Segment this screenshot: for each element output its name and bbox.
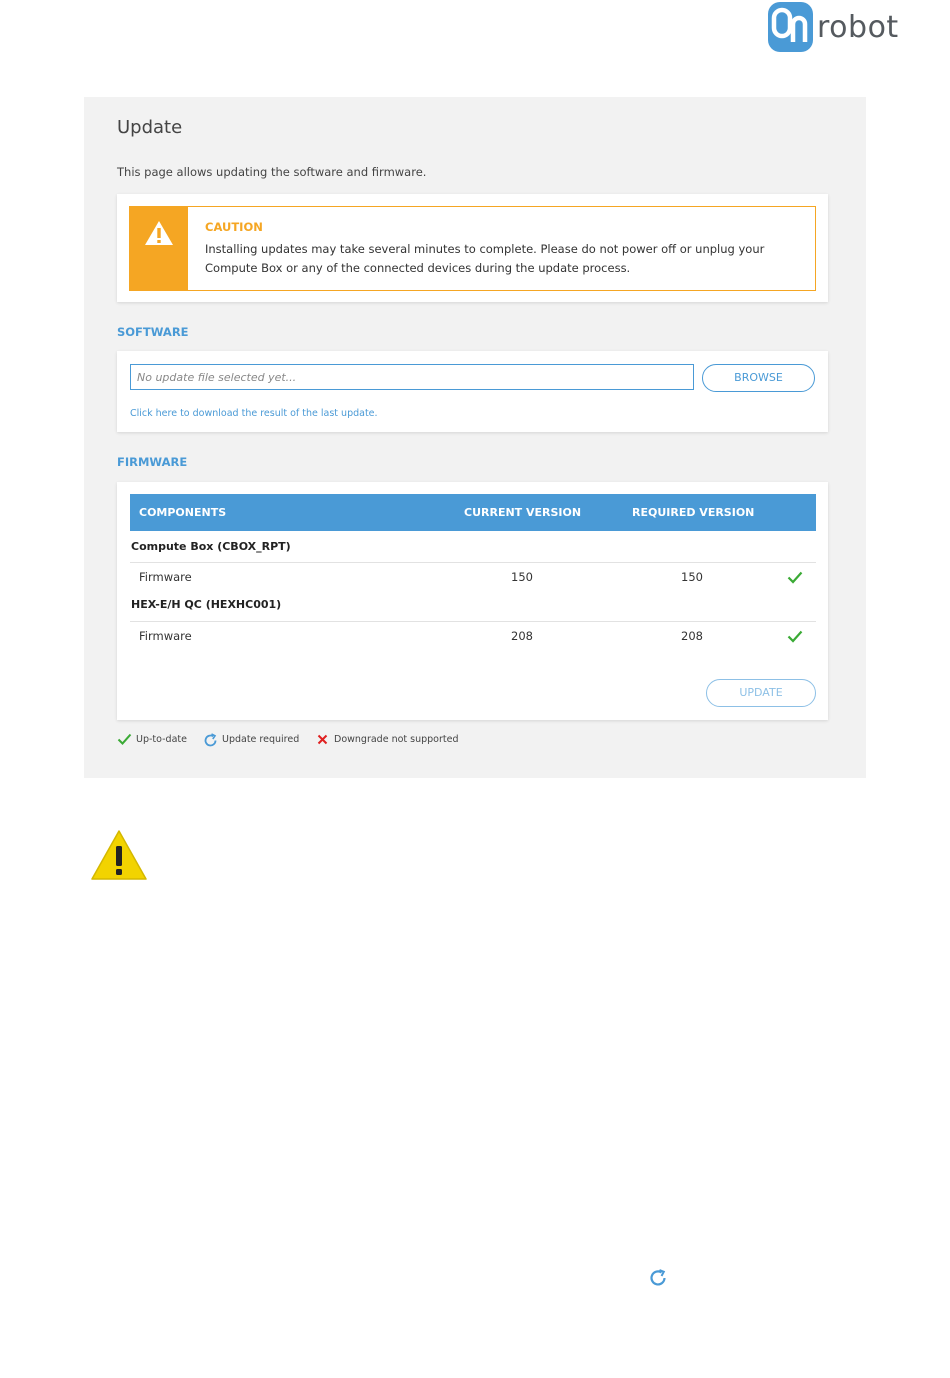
caution-sidebar bbox=[130, 207, 188, 290]
software-section-label: SOFTWARE bbox=[117, 325, 189, 339]
refresh-icon bbox=[204, 733, 217, 747]
up-to-date-check-icon bbox=[787, 630, 803, 643]
column-header-current-version: CURRENT VERSION bbox=[464, 506, 582, 519]
firmware-table-header: COMPONENTS CURRENT VERSION REQUIRED VERS… bbox=[130, 494, 816, 531]
caution-box: CAUTION Installing updates may take seve… bbox=[129, 206, 816, 291]
column-header-components: COMPONENTS bbox=[139, 506, 227, 519]
warning-icon bbox=[145, 221, 173, 245]
caution-text: Installing updates may take several minu… bbox=[205, 242, 765, 275]
row-divider bbox=[130, 562, 816, 563]
firmware-section-label: FIRMWARE bbox=[117, 455, 188, 469]
page-description: This page allows updating the software a… bbox=[117, 165, 427, 179]
column-header-required-version: REQUIRED VERSION bbox=[632, 506, 755, 519]
logo-badge bbox=[768, 2, 813, 52]
warning-icon bbox=[91, 830, 147, 880]
update-file-input[interactable] bbox=[130, 364, 694, 390]
up-to-date-check-icon bbox=[787, 571, 803, 584]
legend-up-to-date-label: Up-to-date bbox=[136, 734, 187, 745]
component-name: Firmware bbox=[139, 570, 192, 584]
firmware-card: COMPONENTS CURRENT VERSION REQUIRED VERS… bbox=[117, 482, 828, 720]
caution-card: CAUTION Installing updates may take seve… bbox=[117, 194, 828, 302]
caution-title: CAUTION bbox=[205, 220, 263, 234]
legend-downgrade-label: Downgrade not supported bbox=[334, 734, 459, 745]
software-card: BROWSE Click here to download the result… bbox=[117, 351, 828, 432]
check-icon bbox=[117, 733, 132, 745]
row-divider bbox=[130, 621, 816, 622]
required-version-value: 150 bbox=[681, 570, 703, 584]
refresh-icon bbox=[650, 1269, 666, 1286]
cross-icon bbox=[317, 734, 328, 745]
required-version-value: 208 bbox=[681, 629, 703, 643]
component-name: Firmware bbox=[139, 629, 192, 643]
update-button[interactable]: UPDATE bbox=[706, 679, 816, 707]
legend-update-required-label: Update required bbox=[222, 734, 300, 745]
current-version-value: 150 bbox=[511, 570, 533, 584]
onrobot-logo: robot bbox=[768, 2, 898, 54]
update-panel: Update This page allows updating the sof… bbox=[84, 97, 866, 778]
browse-button[interactable]: BROWSE bbox=[702, 364, 815, 392]
component-group-title: HEX-E/H QC (HEXHC001) bbox=[131, 598, 282, 611]
component-group-title: Compute Box (CBOX_RPT) bbox=[131, 540, 291, 553]
page-title: Update bbox=[117, 117, 183, 138]
logo-text: robot bbox=[817, 10, 899, 45]
download-last-update-link[interactable]: Click here to download the result of the… bbox=[130, 408, 378, 419]
current-version-value: 208 bbox=[511, 629, 533, 643]
